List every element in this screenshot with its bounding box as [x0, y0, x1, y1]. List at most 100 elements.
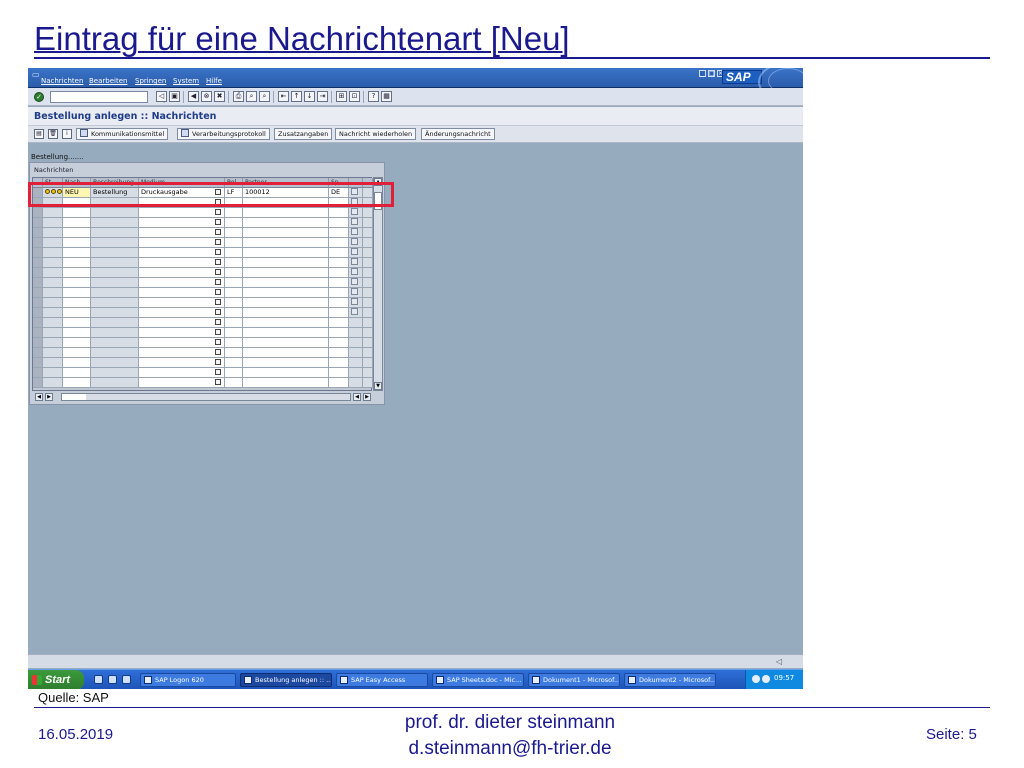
message-type-cell[interactable]	[63, 308, 91, 318]
value-help-icon[interactable]	[215, 349, 221, 355]
row-selector[interactable]	[33, 258, 43, 268]
row-selector[interactable]	[33, 228, 43, 238]
message-type-cell[interactable]	[63, 248, 91, 258]
row-selector[interactable]	[33, 368, 43, 378]
language-cell[interactable]	[329, 218, 349, 228]
row-selector[interactable]	[33, 288, 43, 298]
scroll-right-icon[interactable]: ▶	[45, 393, 53, 401]
row-selector[interactable]	[33, 248, 43, 258]
flag-checkbox[interactable]	[351, 308, 358, 315]
medium-cell[interactable]	[139, 378, 225, 388]
delete-icon[interactable]: 🗑	[48, 129, 58, 139]
menu-springen[interactable]: Springen	[135, 77, 166, 85]
value-help-icon[interactable]	[215, 279, 221, 285]
row-selector[interactable]	[33, 278, 43, 288]
new-session-icon[interactable]: ⊞	[336, 91, 347, 102]
medium-cell[interactable]	[139, 288, 225, 298]
row-selector[interactable]	[33, 208, 43, 218]
role-cell[interactable]	[225, 358, 243, 368]
table-row[interactable]	[33, 218, 373, 228]
language-cell[interactable]	[329, 268, 349, 278]
row-selector[interactable]	[33, 338, 43, 348]
table-row[interactable]	[33, 258, 373, 268]
row-selector[interactable]	[33, 358, 43, 368]
table-row[interactable]	[33, 288, 373, 298]
message-type-cell[interactable]	[63, 278, 91, 288]
value-help-icon[interactable]	[215, 219, 221, 225]
value-help-icon[interactable]	[215, 309, 221, 315]
table-row[interactable]	[33, 228, 373, 238]
language-cell[interactable]	[329, 358, 349, 368]
value-help-icon[interactable]	[215, 379, 221, 385]
table-row[interactable]	[33, 308, 373, 318]
medium-cell[interactable]	[139, 318, 225, 328]
flag-cell[interactable]	[349, 358, 363, 368]
table-row[interactable]	[33, 318, 373, 328]
partner-cell[interactable]	[243, 278, 329, 288]
message-type-cell[interactable]	[63, 208, 91, 218]
partner-cell[interactable]	[243, 288, 329, 298]
row-selector[interactable]	[33, 308, 43, 318]
row-selector[interactable]	[33, 218, 43, 228]
partner-cell[interactable]	[243, 228, 329, 238]
language-cell[interactable]	[329, 228, 349, 238]
medium-cell[interactable]	[139, 248, 225, 258]
flag-cell[interactable]	[349, 378, 363, 388]
table-row[interactable]	[33, 268, 373, 278]
flag-cell[interactable]	[349, 268, 363, 278]
message-type-cell[interactable]	[63, 238, 91, 248]
language-cell[interactable]	[329, 288, 349, 298]
partner-cell[interactable]	[243, 308, 329, 318]
scroll-left-end-icon[interactable]: ◀	[353, 393, 361, 401]
medium-cell[interactable]	[139, 308, 225, 318]
row-selector[interactable]	[33, 268, 43, 278]
role-cell[interactable]	[225, 298, 243, 308]
message-type-cell[interactable]	[63, 218, 91, 228]
partner-cell[interactable]	[243, 338, 329, 348]
message-type-cell[interactable]	[63, 328, 91, 338]
message-type-cell[interactable]	[63, 378, 91, 388]
row-selector[interactable]	[33, 298, 43, 308]
flag-cell[interactable]	[349, 218, 363, 228]
horizontal-scroll-track[interactable]	[61, 393, 351, 401]
flag-cell[interactable]	[349, 328, 363, 338]
medium-cell[interactable]	[139, 258, 225, 268]
medium-cell[interactable]	[139, 238, 225, 248]
message-type-cell[interactable]	[63, 268, 91, 278]
partner-cell[interactable]	[243, 248, 329, 258]
window-menu-icon[interactable]: ▭	[32, 71, 40, 79]
role-cell[interactable]	[225, 208, 243, 218]
enter-check-icon[interactable]: ✓	[34, 92, 44, 102]
flag-cell[interactable]	[349, 288, 363, 298]
back-arrow-icon[interactable]: ◁	[156, 91, 167, 102]
value-help-icon[interactable]	[215, 339, 221, 345]
flag-checkbox[interactable]	[351, 208, 358, 215]
task-bestellung-anlegen[interactable]: Bestellung anlegen :: ...	[240, 673, 332, 687]
flag-cell[interactable]	[349, 258, 363, 268]
medium-cell[interactable]	[139, 298, 225, 308]
language-cell[interactable]	[329, 308, 349, 318]
kommunikationsmittel-button[interactable]: Kommunikationsmittel	[76, 128, 169, 140]
last-page-icon[interactable]: ⇥	[317, 91, 328, 102]
quicklaunch-browser-icon[interactable]	[108, 675, 117, 684]
vertical-scrollbar[interactable]: ▲ ▼	[373, 177, 383, 391]
language-cell[interactable]	[329, 328, 349, 338]
partner-cell[interactable]	[243, 318, 329, 328]
message-type-cell[interactable]	[63, 338, 91, 348]
partner-cell[interactable]	[243, 258, 329, 268]
table-row[interactable]	[33, 358, 373, 368]
partner-cell[interactable]	[243, 238, 329, 248]
role-cell[interactable]	[225, 258, 243, 268]
shortcut-icon[interactable]: ⊡	[349, 91, 360, 102]
value-help-icon[interactable]	[215, 319, 221, 325]
flag-checkbox[interactable]	[351, 268, 358, 275]
command-field[interactable]: ▾	[50, 91, 166, 105]
find-icon[interactable]: ⌕	[246, 91, 257, 102]
flag-cell[interactable]	[349, 208, 363, 218]
nachricht-wiederholen-button[interactable]: Nachricht wiederholen	[335, 128, 417, 140]
menu-nachrichten[interactable]: Nachrichten	[41, 77, 83, 85]
language-cell[interactable]	[329, 318, 349, 328]
start-button[interactable]: Start	[28, 670, 84, 689]
flag-cell[interactable]	[349, 338, 363, 348]
flag-cell[interactable]	[349, 278, 363, 288]
